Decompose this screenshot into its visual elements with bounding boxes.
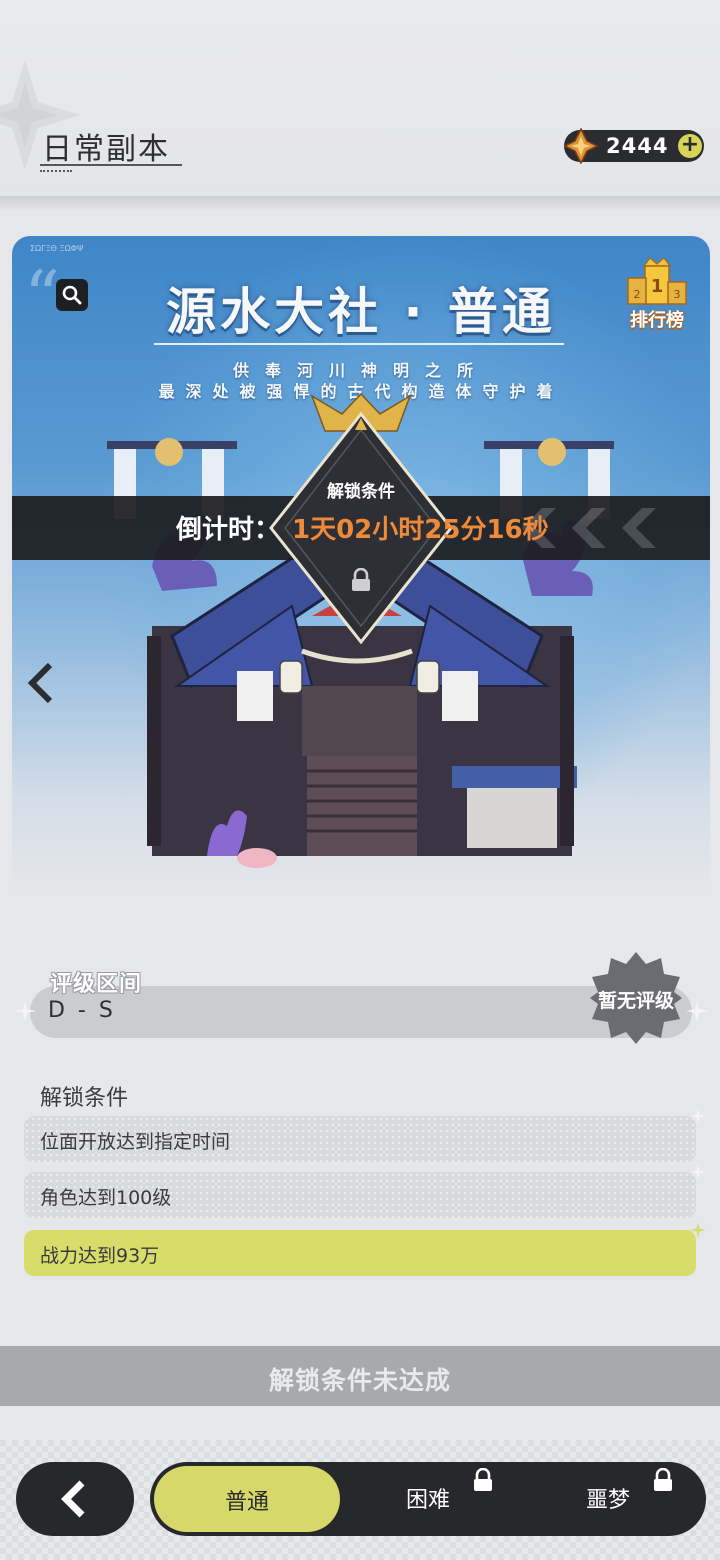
svg-text:2: 2: [634, 288, 641, 301]
back-arrow-icon: [61, 1480, 85, 1518]
tab-hard[interactable]: 困难: [350, 1462, 506, 1536]
condition-row: 角色达到100级: [24, 1172, 696, 1218]
back-button[interactable]: [16, 1462, 134, 1536]
rating-label: 评级区间: [50, 972, 143, 997]
countdown-value: 1天02小时25分16秒: [292, 515, 549, 545]
condition-text: 位面开放达到指定时间: [40, 1131, 231, 1153]
lock-icon: [352, 568, 370, 591]
page-title: 日常副本: [42, 132, 170, 167]
svg-text:1: 1: [651, 276, 664, 297]
unlock-tag: 解锁条件: [327, 482, 395, 502]
condition-row-met: 战力达到93万: [24, 1230, 696, 1276]
ranking-label: 排行榜: [630, 310, 684, 331]
trophy-icon: 1 2 3: [627, 257, 687, 305]
plus-icon[interactable]: +: [678, 134, 702, 158]
unlock-conditions-heading: 解锁条件: [40, 1086, 129, 1111]
crystal-icon: [564, 128, 598, 164]
sparkle-icon: [690, 1222, 706, 1238]
title-underline: [40, 164, 182, 166]
sparkle-icon: [690, 1108, 706, 1124]
svg-text:3: 3: [674, 288, 681, 301]
sparkle-icon: [686, 1000, 708, 1022]
unlock-status-text: 解锁条件未达成: [268, 1366, 451, 1395]
sparkle-icon: [690, 1164, 706, 1180]
condition-text: 战力达到93万: [40, 1245, 160, 1267]
stage-title: 源水大社 · 普通: [166, 283, 556, 341]
rating-range-value: D - S: [48, 998, 116, 1023]
ranking-button[interactable]: 1 2 3 排行榜: [622, 256, 692, 336]
condition-text: 角色达到100级: [40, 1187, 172, 1209]
tab-nightmare[interactable]: 噩梦: [530, 1462, 686, 1536]
tab-label: 普通: [224, 1490, 269, 1515]
tab-normal[interactable]: 普通: [154, 1466, 340, 1532]
header-shadow: [0, 196, 720, 212]
rating-badge-text: 暂无评级: [597, 990, 674, 1012]
difficulty-tabbar: 普通 困难 噩梦: [150, 1462, 706, 1536]
unlock-status-button[interactable]: 解锁条件未达成: [0, 1346, 720, 1406]
lock-icon: [474, 1468, 492, 1491]
condition-row: 位面开放达到指定时间: [24, 1116, 696, 1162]
sparkle-icon: [14, 1000, 36, 1022]
countdown-label: 倒计时：: [176, 515, 281, 545]
currency-display[interactable]: 2444 +: [564, 128, 704, 164]
title-dots: [40, 169, 72, 172]
chevron-left-icon[interactable]: [26, 661, 56, 705]
currency-value: 2444: [606, 134, 669, 158]
title-rule: [154, 343, 564, 345]
header: 日常副本 2444 +: [0, 0, 720, 200]
lock-icon: [654, 1468, 672, 1491]
corner-mark: ΣΩΓΞΘ ΞΩΦΨ: [30, 244, 84, 253]
